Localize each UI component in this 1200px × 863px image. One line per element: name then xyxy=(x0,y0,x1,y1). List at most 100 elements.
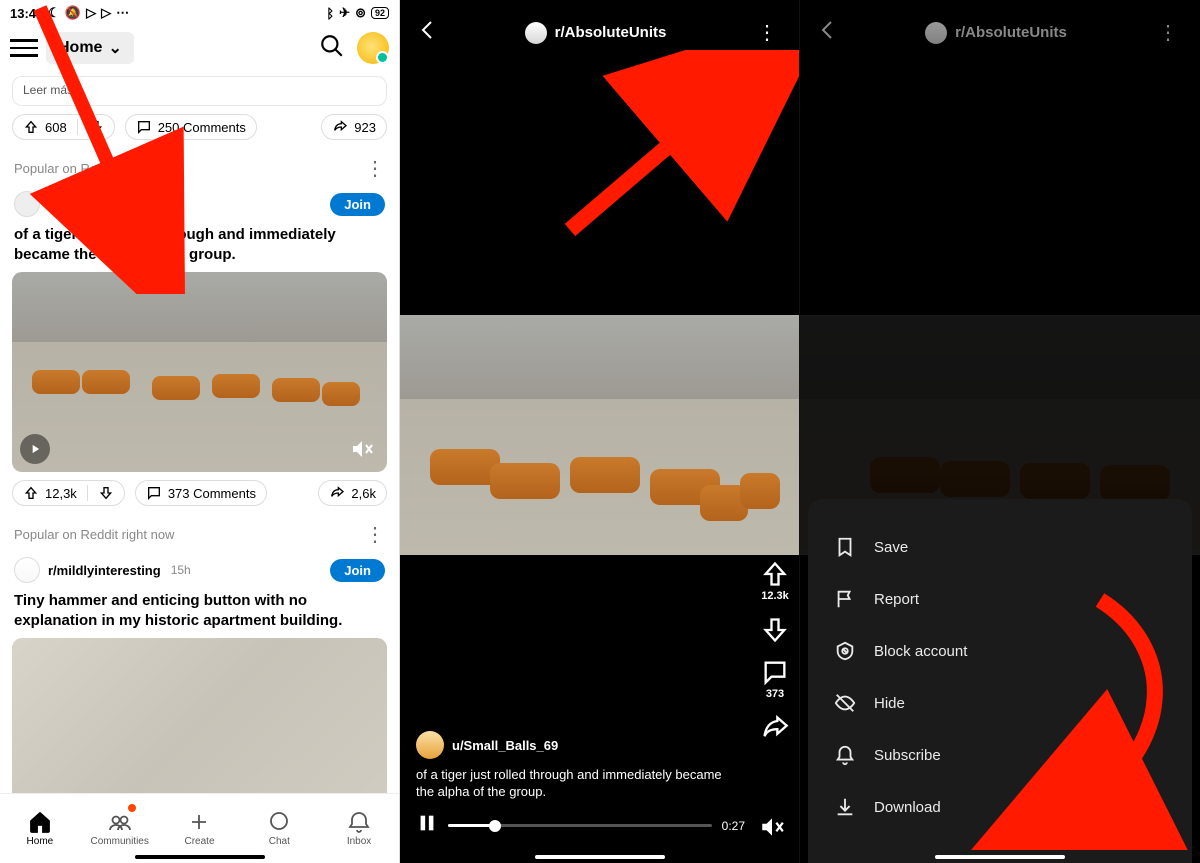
comments-button[interactable]: 373 xyxy=(761,658,789,700)
menu-icon[interactable] xyxy=(10,39,38,57)
search-icon[interactable] xyxy=(319,33,345,64)
nav-communities[interactable]: Communities xyxy=(80,794,160,863)
subreddit-icon[interactable] xyxy=(525,22,547,44)
duration: 0:27 xyxy=(722,819,745,833)
nav-label: Inbox xyxy=(347,836,371,847)
upvote-count: 608 xyxy=(45,120,67,135)
comment-count: 250 Comments xyxy=(158,120,246,135)
menu-label: Subscribe xyxy=(874,747,941,764)
back-button[interactable] xyxy=(416,18,440,47)
subreddit-icon[interactable] xyxy=(14,191,40,217)
section-overflow-icon[interactable]: ⋮ xyxy=(365,156,385,181)
back-button[interactable] xyxy=(816,18,840,47)
upvote-count: 12.3k xyxy=(761,590,789,602)
annotation-arrow xyxy=(550,50,800,250)
dnd-icon: ☾ xyxy=(48,5,60,21)
share-button[interactable]: 923 xyxy=(321,114,387,140)
upvote-button[interactable]: 12.3k xyxy=(761,560,789,602)
feed-dropdown[interactable]: Home ⌄ xyxy=(46,32,134,64)
menu-label: Save xyxy=(874,539,908,556)
post-image[interactable] xyxy=(12,638,387,808)
author-name[interactable]: u/Small_Balls_69 xyxy=(452,738,558,753)
play-icon: ▷ xyxy=(101,5,111,21)
menu-label: Report xyxy=(874,591,919,608)
subreddit-link[interactable]: r/AbsoluteUnits xyxy=(555,24,667,41)
screen-video-menu: r/AbsoluteUnits ⋮ Save Report Block acco… xyxy=(800,0,1200,863)
downvote-button[interactable] xyxy=(761,616,789,644)
nav-label: Chat xyxy=(269,836,290,847)
menu-hide[interactable]: Hide xyxy=(828,677,1172,729)
mute-button[interactable] xyxy=(759,814,785,845)
section-overflow-icon[interactable]: ⋮ xyxy=(365,522,385,547)
menu-report[interactable]: Report xyxy=(828,573,1172,625)
comments-button[interactable]: 250 Comments xyxy=(125,114,257,140)
overflow-menu-icon[interactable]: ⋮ xyxy=(751,20,783,45)
author-avatar[interactable] xyxy=(416,731,444,759)
battery-icon: 92 xyxy=(371,7,389,19)
share-button[interactable] xyxy=(761,714,789,742)
share-button[interactable]: 2,6k xyxy=(318,480,387,506)
notification-dot xyxy=(128,804,136,812)
post-title[interactable]: Tiny hammer and enticing button with no … xyxy=(0,587,399,638)
section-header: Popular on Reddit right now ⋮ xyxy=(0,150,399,187)
post-video[interactable] xyxy=(12,272,387,472)
nav-home[interactable]: Home xyxy=(0,794,80,863)
overflow-menu-icon[interactable]: ⋮ xyxy=(1152,20,1184,45)
profile-avatar[interactable] xyxy=(357,32,389,64)
video-viewport[interactable] xyxy=(400,315,799,555)
video-caption: of a tiger just rolled through and immed… xyxy=(416,766,729,801)
join-button[interactable]: Join xyxy=(330,559,385,582)
nav-create[interactable]: Create xyxy=(160,794,240,863)
mute-icon: 🔕 xyxy=(65,5,81,21)
video-controls: 0:27 xyxy=(416,812,745,839)
read-more-link[interactable]: Leer más > xyxy=(23,83,83,97)
seek-slider[interactable] xyxy=(448,824,712,827)
comment-count: 373 Comments xyxy=(168,486,256,501)
screen-feed: 13:43 ☾ 🔕 ▷ ▷ ⋯ ᛒ ✈ ⊚ 92 Home ⌄ Leer más… xyxy=(0,0,400,863)
home-indicator[interactable] xyxy=(935,855,1065,859)
status-bar: 13:43 ☾ 🔕 ▷ ▷ ⋯ ᛒ ✈ ⊚ 92 xyxy=(0,0,399,26)
play-icon[interactable] xyxy=(20,434,50,464)
menu-subscribe[interactable]: Subscribe xyxy=(828,729,1172,781)
menu-block[interactable]: Block account xyxy=(828,625,1172,677)
previous-post-actions: 608 250 Comments 923 xyxy=(12,114,387,140)
subreddit-link[interactable]: r/mildlyinteresting xyxy=(48,563,161,578)
action-rail: 12.3k 373 xyxy=(761,560,789,742)
post-title[interactable]: of a tiger just rolled through and immed… xyxy=(0,221,399,272)
subreddit-link[interactable]: r/AbsoluteUnits xyxy=(48,197,145,212)
menu-save[interactable]: Save xyxy=(828,521,1172,573)
upvote-count: 12,3k xyxy=(45,486,77,501)
nav-chat[interactable]: Chat xyxy=(239,794,319,863)
post-header[interactable]: r/AbsoluteUnits Join xyxy=(0,187,399,221)
overflow-menu: Save Report Block account Hide Subscribe… xyxy=(808,499,1192,863)
menu-label: Download xyxy=(874,799,941,816)
home-indicator[interactable] xyxy=(135,855,265,859)
join-button[interactable]: Join xyxy=(330,193,385,216)
bluetooth-icon: ᛒ xyxy=(326,6,334,21)
nav-inbox[interactable]: Inbox xyxy=(319,794,399,863)
wifi-icon: ⊚ xyxy=(355,5,366,21)
menu-label: Block account xyxy=(874,643,967,660)
post-actions: 12,3k 373 Comments 2,6k xyxy=(12,480,387,506)
upvote-button[interactable]: 608 xyxy=(12,114,115,140)
post-age: 15h xyxy=(171,563,191,577)
nav-label: Create xyxy=(184,836,214,847)
author-row[interactable]: u/Small_Balls_69 xyxy=(416,731,558,759)
upvote-button[interactable]: 12,3k xyxy=(12,480,125,506)
previous-post-peek[interactable]: Leer más > xyxy=(12,76,387,106)
post-header[interactable]: r/mildlyinteresting 15h Join xyxy=(0,553,399,587)
video-header: r/AbsoluteUnits ⋮ xyxy=(400,0,799,65)
menu-label: Hide xyxy=(874,695,905,712)
mute-icon[interactable] xyxy=(345,434,379,464)
comments-button[interactable]: 373 Comments xyxy=(135,480,267,506)
app-header: Home ⌄ xyxy=(0,26,399,70)
home-indicator[interactable] xyxy=(535,855,665,859)
subreddit-icon xyxy=(925,22,947,44)
share-count: 2,6k xyxy=(351,486,376,501)
chevron-down-icon: ⌄ xyxy=(108,38,121,58)
subreddit-icon[interactable] xyxy=(14,557,40,583)
comment-count: 373 xyxy=(766,688,784,700)
menu-download[interactable]: Download xyxy=(828,781,1172,833)
pause-button[interactable] xyxy=(416,812,438,839)
subreddit-link: r/AbsoluteUnits xyxy=(955,24,1067,41)
